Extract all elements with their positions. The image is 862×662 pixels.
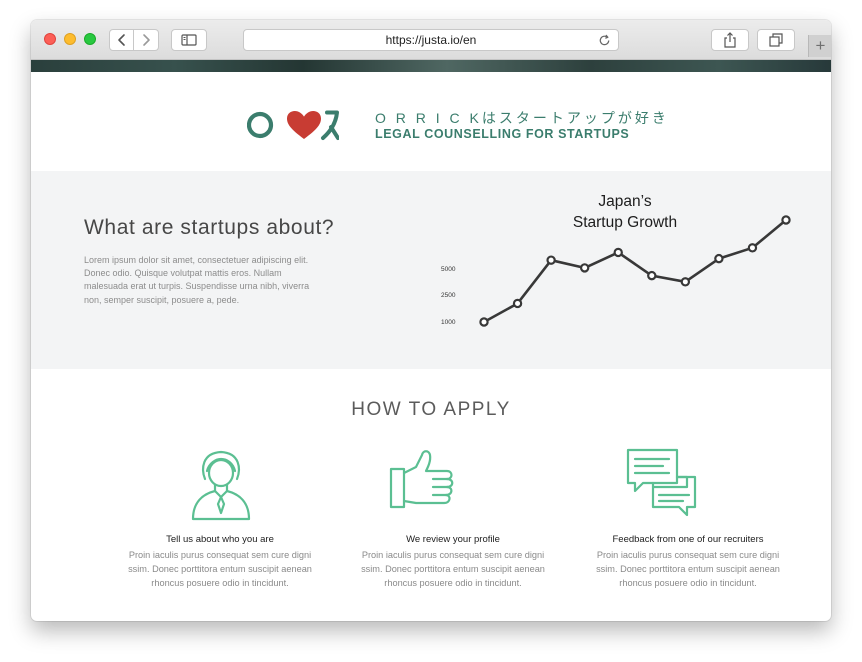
heart-icon <box>287 111 321 139</box>
sidebar-button[interactable] <box>171 29 207 51</box>
screen: https://justa.io/en + O R R I C Kはスタートアッ… <box>0 0 862 662</box>
data-point <box>512 298 523 309</box>
startups-heading: What are startups about? <box>84 216 335 239</box>
address-bar[interactable]: https://justa.io/en <box>243 29 619 51</box>
startups-section: What are startups about? Lorem ipsum dol… <box>31 171 831 369</box>
reload-icon[interactable] <box>597 33 612 48</box>
browser-toolbar: https://justa.io/en + <box>31 20 831 60</box>
chevron-left-icon <box>117 34 125 46</box>
growth-chart: 5000 2500 1000 <box>441 215 791 327</box>
tabs-icon <box>769 33 783 47</box>
data-point <box>479 317 489 327</box>
share-button[interactable] <box>711 29 749 51</box>
thumbs-up-icon <box>389 450 454 509</box>
step-1-text: Proin iaculis purus consequat sem cure d… <box>128 550 312 588</box>
logo-band: O R R I C Kはスタートアップが好き LEGAL COUNSELLING… <box>31 72 831 171</box>
share-icon <box>724 32 736 48</box>
step-3-title: Feedback from one of our recruiters <box>612 534 764 545</box>
data-point <box>747 243 758 253</box>
chat-bubbles-icon <box>626 448 697 517</box>
sidebar-icon <box>181 34 197 46</box>
step-3-text: Proin iaculis purus consequat sem cure d… <box>596 550 780 588</box>
series-line <box>483 218 787 324</box>
logo-tagline-japanese: O R R I C Kはスタートアップが好き <box>375 110 669 126</box>
data-point <box>613 247 623 258</box>
data-point <box>579 263 590 273</box>
logo-tagline-english: LEGAL COUNSELLING FOR STARTUPS <box>375 127 630 141</box>
y-tick-label: 1000 <box>441 319 456 326</box>
forward-button[interactable] <box>134 29 159 51</box>
close-window-button[interactable] <box>44 33 56 45</box>
y-tick-label: 2500 <box>441 292 456 299</box>
person-icon <box>191 450 251 521</box>
data-point <box>714 253 724 264</box>
minimize-window-button[interactable] <box>64 33 76 45</box>
step-1-title: Tell us about who you are <box>166 534 274 545</box>
data-point <box>647 270 657 281</box>
hero-image-strip <box>31 60 831 72</box>
show-tabs-button[interactable] <box>757 29 795 51</box>
y-tick-label: 5000 <box>441 266 456 273</box>
maximize-window-button[interactable] <box>84 33 96 45</box>
step-2-text: Proin iaculis purus consequat sem cure d… <box>361 550 545 588</box>
url-text: https://justa.io/en <box>385 33 477 47</box>
chevron-right-icon <box>143 34 150 46</box>
how-to-apply-heading: HOW TO APPLY <box>351 399 511 420</box>
data-point <box>781 215 791 225</box>
plus-icon: + <box>815 36 826 55</box>
step-2-title: We review your profile <box>406 534 500 545</box>
data-point <box>680 277 691 287</box>
new-tab-button[interactable]: + <box>808 35 831 57</box>
startups-body-text: Lorem ipsum dolor sit amet, consectetuer… <box>84 255 310 305</box>
browser-window: https://justa.io/en + O R R I C Kはスタートアッ… <box>31 20 831 621</box>
back-button[interactable] <box>109 29 134 51</box>
orrick-logo-mark <box>247 110 339 140</box>
data-point <box>546 255 556 265</box>
